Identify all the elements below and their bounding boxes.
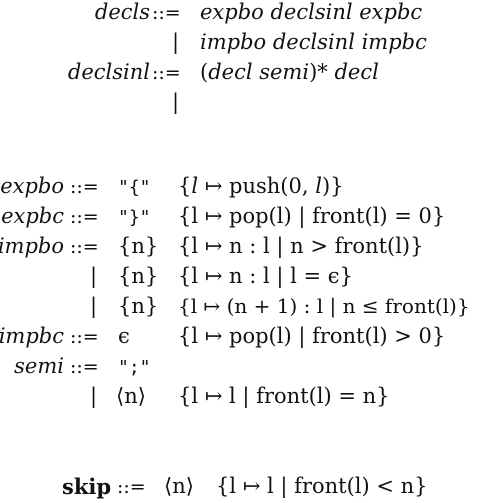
semantic-action: {l ↦ l | front(l) = n} <box>178 384 390 408</box>
terminal-token: "}" <box>118 207 151 228</box>
terminal-token: ⟨n⟩ <box>116 384 146 408</box>
semantic-action: {l ↦ push(0, l)} <box>178 176 344 197</box>
rhs-decl-semi: decl semi <box>208 60 310 84</box>
semantic-action: {l ↦ l | front(l) < n} <box>216 474 428 498</box>
nonterminal-skip: skip <box>62 474 112 499</box>
production-rhs: expbo declsinl expbc <box>200 0 423 24</box>
terminal-token: ϵ <box>118 324 130 348</box>
nonterminal-impbc: impbc <box>0 324 64 348</box>
production-operator: ::= <box>152 62 181 84</box>
alternative-bar: | <box>172 30 180 54</box>
var-l: l <box>315 174 322 198</box>
brace: )} <box>321 174 344 198</box>
production-rhs: impbo declsinl impbc <box>200 30 427 54</box>
semantic-action: {l ↦ pop(l) | front(l) > 0} <box>178 324 446 348</box>
brace: { <box>178 174 192 198</box>
terminal-token: {n} <box>118 234 159 258</box>
alternative-bar: | <box>172 90 180 114</box>
alternative-bar: | <box>90 384 98 408</box>
action-text: ↦ push(0, <box>198 174 316 198</box>
terminal-token: ⟨n⟩ <box>164 474 194 498</box>
production-operator: ::= <box>117 476 146 498</box>
semantic-action: {l ↦ n : l | n > front(l)} <box>178 234 424 258</box>
terminal-token: {n} <box>118 294 159 318</box>
nonterminal-declsinl: declsinl <box>67 60 150 84</box>
production-operator: ::= <box>70 236 99 258</box>
nonterminal-expbc: expbc <box>1 204 64 228</box>
nonterminal-expbo: expbo <box>0 174 64 198</box>
terminal-token: "{" <box>118 177 151 198</box>
production-operator: ::= <box>152 2 181 24</box>
kleene-star: )* <box>309 60 328 84</box>
terminal-token: ";" <box>118 357 151 378</box>
paren-open: ( <box>200 60 209 84</box>
production-operator: ::= <box>70 176 99 198</box>
production-operator: ::= <box>70 326 99 348</box>
semantic-action: {l ↦ (n + 1) : l | n ≤ front(l)} <box>178 294 470 318</box>
production-operator: ::= <box>70 356 99 378</box>
semantic-action: {l ↦ pop(l) | front(l) = 0} <box>178 204 446 228</box>
alternative-bar: | <box>90 294 98 318</box>
nonterminal-impbo: impbo <box>0 234 64 258</box>
nonterminal-decls: decls <box>94 0 150 24</box>
production-rhs: (decl semi)* decl <box>200 62 379 83</box>
production-operator: ::= <box>70 206 99 228</box>
terminal-token: {n} <box>118 264 159 288</box>
alternative-bar: | <box>90 264 98 288</box>
semantic-action: {l ↦ n : l | l = ϵ} <box>178 264 353 288</box>
rhs-decl: decl <box>334 60 379 84</box>
nonterminal-semi: semi <box>14 354 64 378</box>
